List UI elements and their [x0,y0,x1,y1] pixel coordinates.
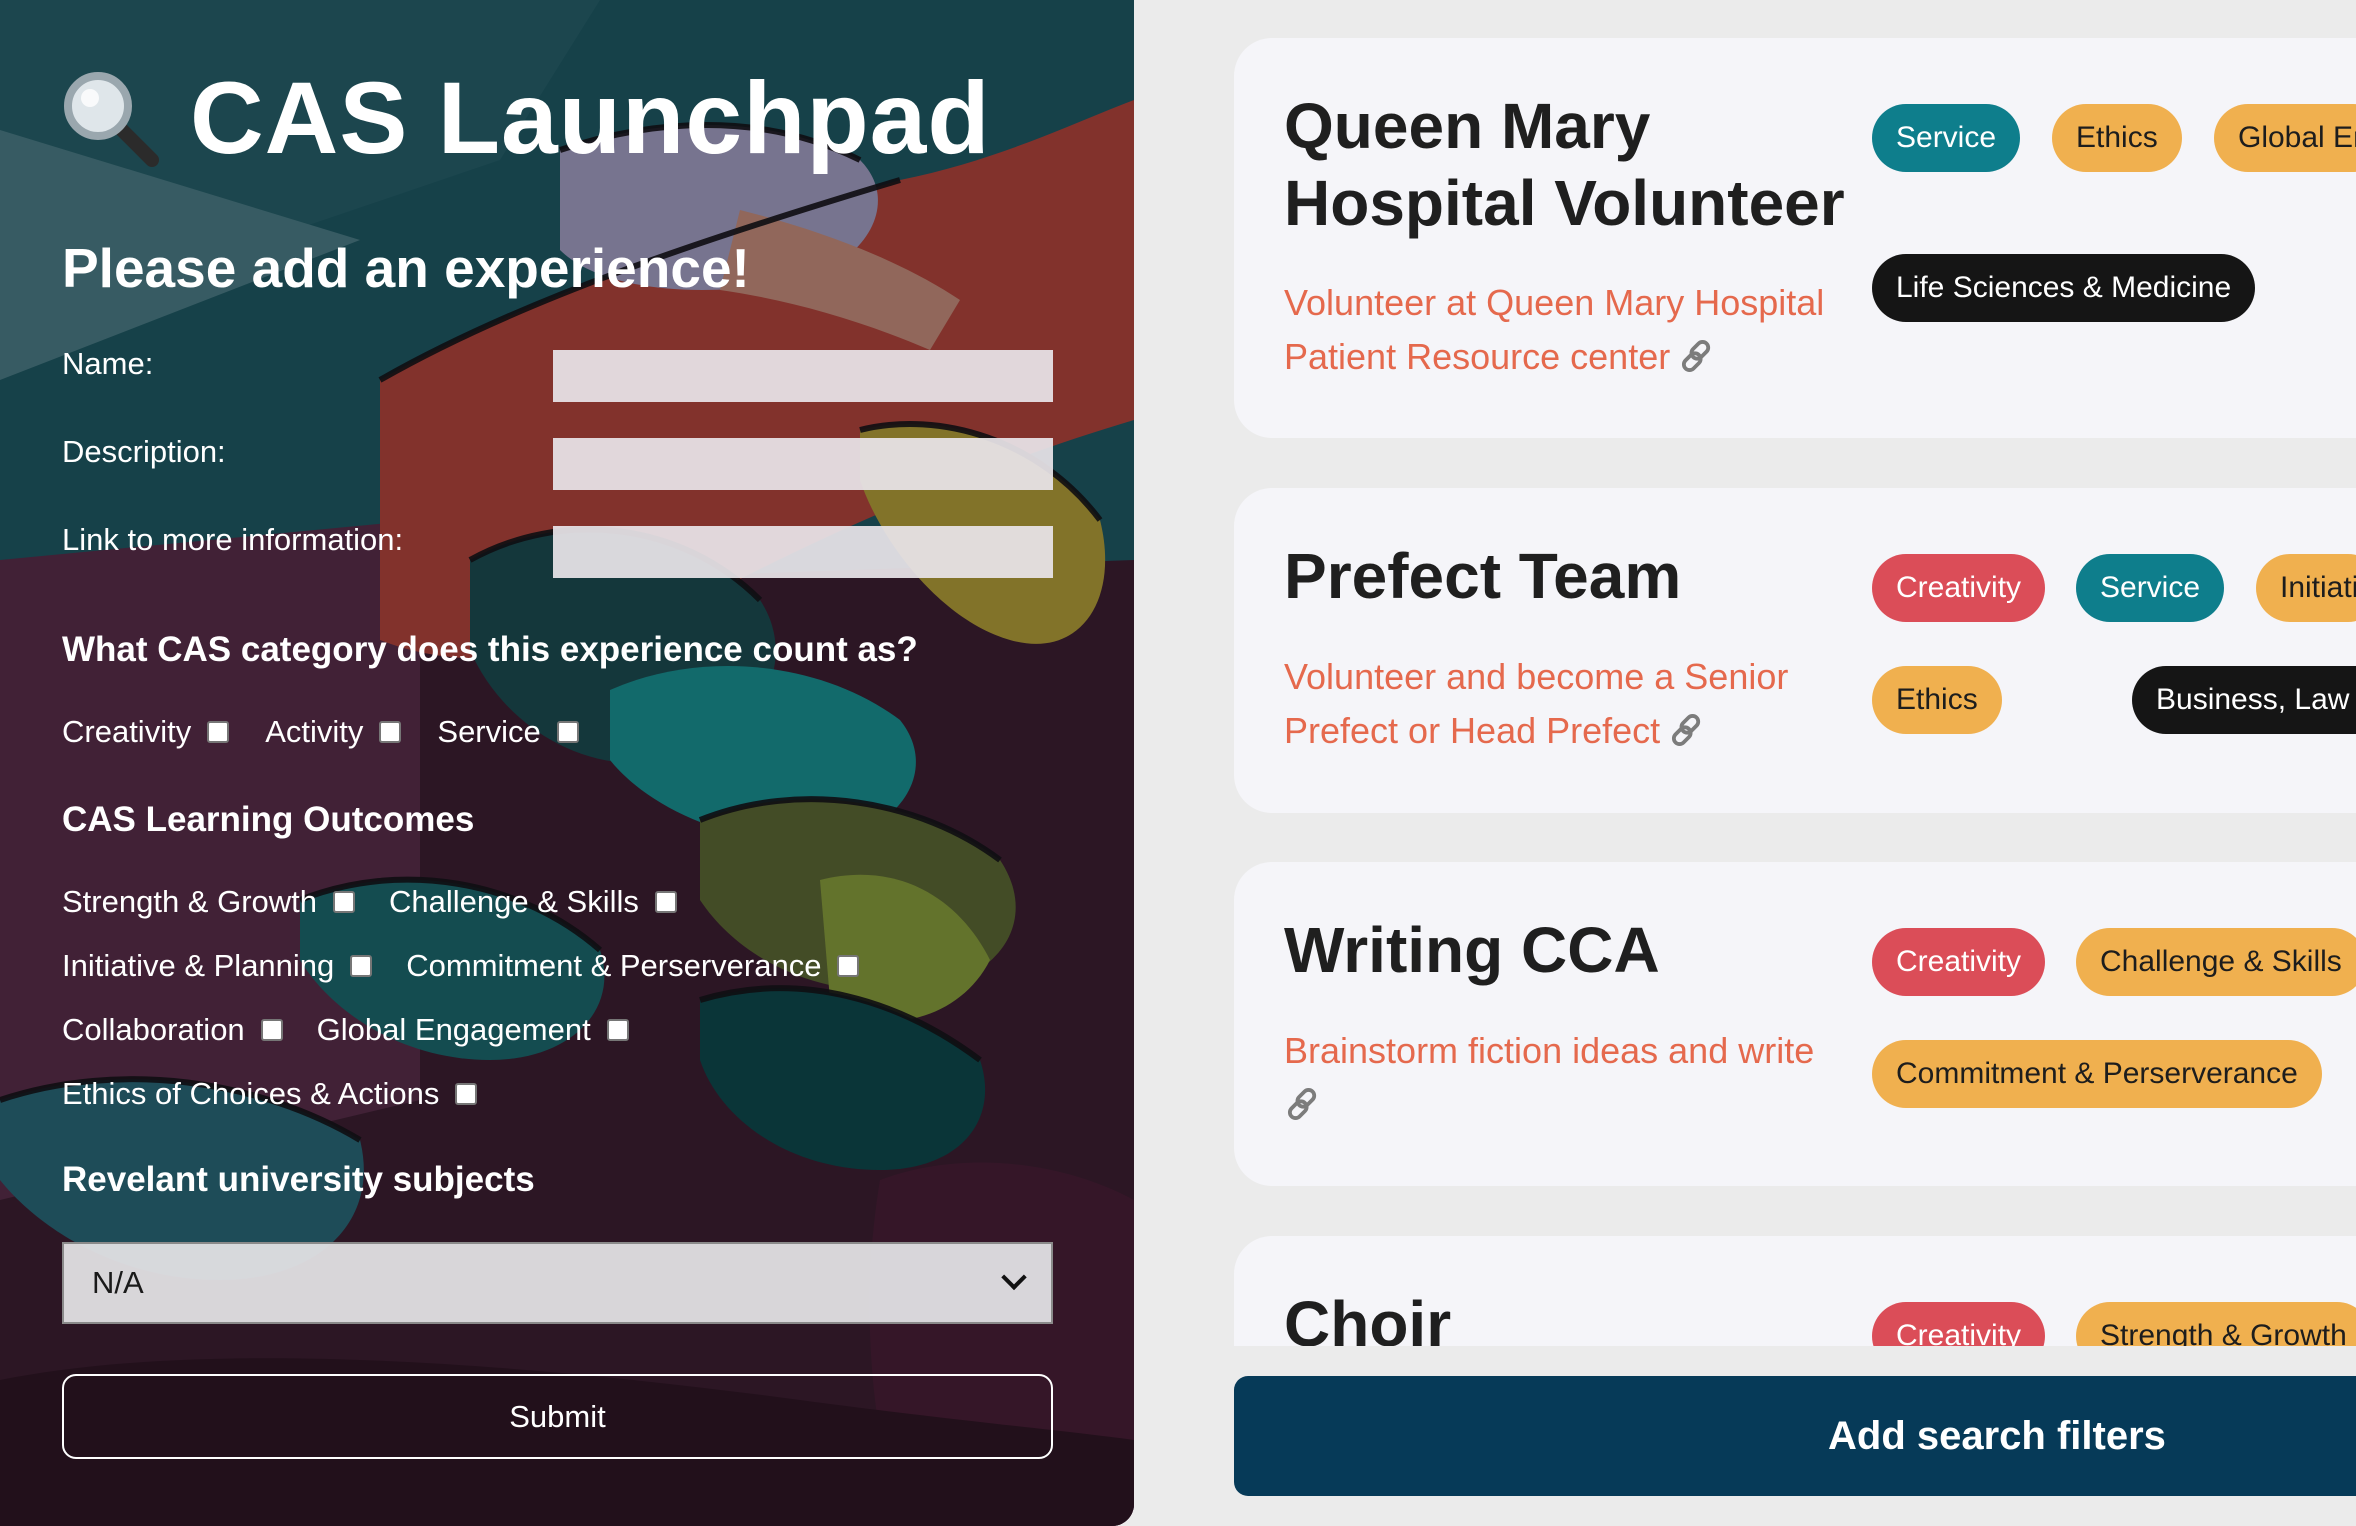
experience-card: Writing CCA Brainstorm fiction ideas and… [1234,862,2356,1186]
outcome-commitment-perserverance: Commitment & Perserverance [406,948,860,984]
link-icon[interactable] [1284,1085,1322,1123]
experience-card: Choir Creativity Strength & Growth [1234,1236,2356,1346]
tag-outcome[interactable]: Challenge & Skills [2076,928,2356,996]
tag-outcome[interactable]: Global Er [2214,104,2356,172]
name-label: Name: [62,346,154,381]
app-title: CAS Launchpad [60,58,991,178]
description-label: Description: [62,434,226,469]
outcome-strength-growth: Strength & Growth [62,884,356,920]
add-experience-panel: CAS Launchpad Please add an experience! … [0,0,1134,1526]
subjects-heading: Revelant university subjects [62,1160,535,1199]
tag-outcome[interactable]: Ethics [1872,666,2002,734]
outcome-label: Global Engagement [316,1012,591,1047]
form-heading: Please add an experience! [62,237,750,299]
experience-title: Choir [1284,1288,1452,1346]
experience-link[interactable]: Volunteer at Queen Mary Hospital Patient… [1284,282,1824,377]
link-icon[interactable] [1678,337,1716,375]
outcome-strength-growth-checkbox[interactable] [333,891,356,913]
outcome-challenge-skills-checkbox[interactable] [654,891,677,913]
experience-card: Prefect Team Volunteer and become a Seni… [1234,488,2356,813]
category-activity-label: Activity [265,714,364,749]
outcome-collaboration: Collaboration [62,1012,283,1048]
link-icon[interactable] [1668,711,1706,749]
experience-description: Volunteer and become a Senior Prefect or… [1284,650,1844,758]
category-activity: Activity [265,714,402,750]
subjects-select-value: N/A [92,1265,144,1300]
experience-description: Volunteer at Queen Mary Hospital Patient… [1284,276,1844,384]
add-search-filters-button[interactable]: Add search filters [1234,1376,2356,1496]
outcomes-row-2: Initiative & Planning Commitment & Perse… [62,948,860,984]
experience-title: Queen Mary Hospital Volunteer [1284,90,1845,239]
outcome-label: Challenge & Skills [389,884,639,919]
submit-button[interactable]: Submit [62,1374,1053,1459]
category-creativity-checkbox[interactable] [207,721,230,743]
outcome-challenge-skills: Challenge & Skills [389,884,677,920]
tag-outcome[interactable]: Ethics [2052,104,2182,172]
outcome-ethics-choices-checkbox[interactable] [455,1083,478,1105]
outcomes-row-3: Collaboration Global Engagement [62,1012,629,1048]
subjects-select[interactable]: N/A [62,1242,1053,1324]
experience-feed-panel: Queen Mary Hospital Volunteer Volunteer … [1134,0,2356,1526]
experience-title: Writing CCA [1284,914,1660,986]
tag-category[interactable]: Creativity [1872,1302,2046,1346]
link-label: Link to more information: [62,522,404,557]
tag-category[interactable]: Service [1872,104,2021,172]
outcome-initiative-planning: Initiative & Planning [62,948,373,984]
experience-description: Brainstorm fiction ideas and write [1284,1024,1844,1132]
outcome-commitment-perserverance-checkbox[interactable] [837,955,860,977]
tag-outcome[interactable]: Commitment & Perserverance [1872,1040,2322,1108]
outcome-ethics-choices: Ethics of Choices & Actions [62,1076,478,1112]
category-checkboxes: Creativity Activity Service [62,714,579,750]
experience-title: Prefect Team [1284,540,1682,612]
category-service-checkbox[interactable] [556,721,579,743]
tag-category[interactable]: Creativity [1872,928,2046,996]
tag-category[interactable]: Creativity [1872,554,2046,622]
tag-subject[interactable]: Life Sciences & Medicine [1872,254,2256,322]
app-title-text: CAS Launchpad [190,60,991,175]
outcomes-row-4: Ethics of Choices & Actions [62,1076,478,1112]
outcome-initiative-planning-checkbox[interactable] [350,955,373,977]
category-creativity: Creativity [62,714,230,750]
outcome-label: Collaboration [62,1012,245,1047]
experience-list[interactable]: Queen Mary Hospital Volunteer Volunteer … [1134,0,2356,1346]
tag-category[interactable]: Service [2076,554,2225,622]
tag-subject[interactable]: Business, Law and Ma [2132,666,2356,734]
outcomes-heading: CAS Learning Outcomes [62,800,475,839]
category-service-label: Service [437,714,541,749]
category-service: Service [437,714,579,750]
chevron-down-icon [1001,1264,1027,1291]
outcome-label: Initiative & Planning [62,948,335,983]
category-creativity-label: Creativity [62,714,192,749]
category-activity-checkbox[interactable] [379,721,402,743]
experience-link[interactable]: Volunteer and become a Senior Prefect or… [1284,656,1788,751]
name-input[interactable] [553,350,1053,402]
outcome-label: Commitment & Perserverance [406,948,822,983]
tag-outcome[interactable]: Initiati [2256,554,2356,622]
outcome-label: Strength & Growth [62,884,318,919]
category-heading: What CAS category does this experience c… [62,630,918,669]
outcome-collaboration-checkbox[interactable] [260,1019,283,1041]
outcome-global-engagement-checkbox[interactable] [606,1019,629,1041]
magnifying-glass-icon [60,68,160,168]
outcomes-row-1: Strength & Growth Challenge & Skills [62,884,677,920]
tag-outcome[interactable]: Strength & Growth [2076,1302,2356,1346]
outcome-label: Ethics of Choices & Actions [62,1076,440,1111]
description-input[interactable] [553,438,1053,490]
experience-card: Queen Mary Hospital Volunteer Volunteer … [1234,38,2356,438]
link-input[interactable] [553,526,1053,578]
experience-link[interactable]: Brainstorm fiction ideas and write [1284,1030,1814,1071]
outcome-global-engagement: Global Engagement [317,1012,629,1048]
